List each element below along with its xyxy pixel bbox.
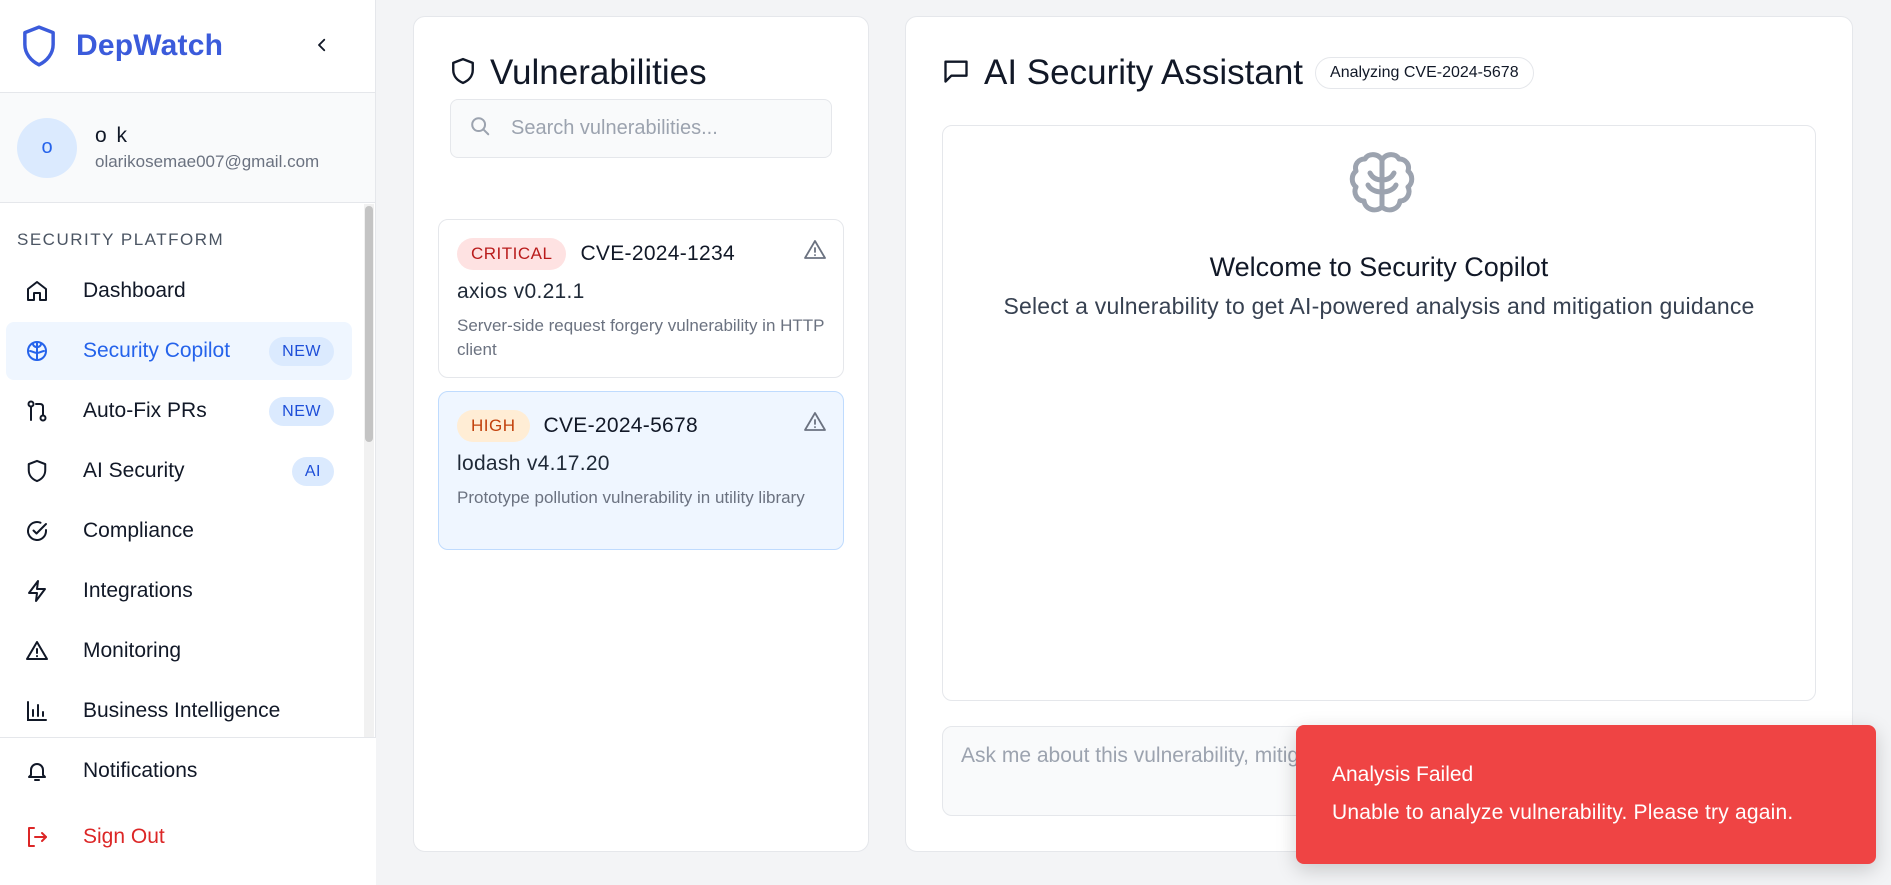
cve-id: CVE-2024-1234 (580, 242, 735, 265)
ai-badge: AI (291, 457, 334, 486)
sidebar-footer: Notifications Sign Out (0, 737, 376, 885)
status-badge: Analyzing CVE-2024-5678 (1315, 57, 1534, 89)
severity-badge: HIGH (457, 410, 530, 442)
vulnerabilities-header: Vulnerabilities (450, 53, 707, 93)
sidebar-item-integrations[interactable]: Integrations (6, 562, 352, 620)
package-name: axios v0.21.1 (457, 280, 585, 303)
shield-logo-icon (20, 22, 60, 70)
new-badge: NEW (269, 337, 334, 366)
new-badge: NEW (269, 397, 334, 426)
section-title: SECURITY PLATFORM (17, 230, 225, 249)
alert-triangle-icon (803, 410, 827, 439)
sidebar-item-monitoring[interactable]: Monitoring (6, 622, 352, 680)
brain-icon (1348, 150, 1416, 225)
sidebar-item-dashboard[interactable]: Dashboard (6, 262, 352, 320)
user-profile[interactable]: o o k olarikosemae007@gmail.com (0, 93, 375, 203)
vulnerabilities-title: Vulnerabilities (490, 53, 707, 92)
sidebar-item-security-copilot[interactable]: Security Copilot NEW (6, 322, 352, 380)
alert-triangle-icon (24, 638, 50, 664)
alert-triangle-icon (803, 238, 827, 267)
sign-out-button[interactable]: Sign Out (0, 804, 376, 870)
search-box[interactable] (450, 99, 832, 158)
assistant-title: AI Security Assistant (984, 53, 1304, 92)
sidebar-nav[interactable]: SECURITY PLATFORM Dashboard Security Cop… (0, 204, 376, 738)
sign-out-label: Sign Out (83, 825, 165, 848)
sidebar-item-ai-security[interactable]: AI Security AI (6, 442, 352, 500)
welcome-title: Welcome to Security Copilot (1209, 252, 1549, 282)
lightning-icon (24, 578, 50, 604)
app-name: DepWatch (76, 29, 224, 62)
sidebar-item-compliance[interactable]: Compliance (6, 502, 352, 560)
sidebar-item-label: Integrations (83, 579, 193, 602)
sidebar-item-label: AI Security (83, 459, 185, 482)
log-out-icon (24, 824, 50, 850)
notifications-button[interactable]: Notifications (0, 738, 376, 804)
sidebar-item-label: Auto-Fix PRs (83, 399, 207, 422)
sidebar-item-auto-fix-prs[interactable]: Auto-Fix PRs NEW (6, 382, 352, 440)
vulnerability-card[interactable]: HIGH CVE-2024-5678 lodash v4.17.20 Proto… (438, 391, 844, 550)
cve-id: CVE-2024-5678 (543, 414, 698, 437)
package-name: lodash v4.17.20 (457, 452, 610, 475)
user-email: olarikosemae007@gmail.com (95, 151, 320, 171)
bell-icon (24, 758, 50, 784)
sidebar-item-label: Compliance (83, 519, 194, 542)
check-circle-icon (24, 518, 50, 544)
sidebar-scrollbar[interactable] (364, 204, 374, 738)
sidebar: DepWatch o o k olarikosemae007@gmail.com… (0, 0, 376, 885)
vulnerabilities-panel: Vulnerabilities CRITICAL CVE-2024-1234 a… (413, 16, 869, 852)
message-square-icon (942, 57, 970, 90)
search-icon (469, 115, 491, 142)
welcome-subtitle: Select a vulnerability to get AI-powered… (1003, 293, 1755, 319)
sidebar-item-label: Security Copilot (83, 339, 231, 362)
error-toast[interactable]: Analysis Failed Unable to analyze vulner… (1296, 725, 1876, 864)
collapse-sidebar-button[interactable] (307, 30, 337, 60)
sidebar-item-label: Business Intelligence (83, 699, 281, 722)
brand-header: DepWatch (0, 0, 375, 93)
vulnerability-description: Server-side request forgery vulnerabilit… (457, 316, 825, 359)
chevron-left-icon (318, 38, 326, 52)
search-input[interactable] (511, 117, 811, 140)
avatar: o (17, 117, 77, 178)
sidebar-item-label: Monitoring (83, 639, 182, 662)
toast-title: Analysis Failed (1332, 763, 1474, 786)
vulnerability-description: Prototype pollution vulnerability in uti… (457, 488, 805, 507)
assistant-header: AI Security Assistant Analyzing CVE-2024… (942, 53, 1534, 93)
brain-icon (24, 338, 50, 364)
home-icon (24, 278, 50, 304)
toast-message: Unable to analyze vulnerability. Please … (1332, 801, 1794, 824)
git-pull-request-icon (24, 398, 50, 424)
notifications-label: Notifications (83, 759, 198, 782)
scrollbar-thumb[interactable] (365, 206, 373, 442)
user-name: o k (95, 123, 130, 147)
severity-badge: CRITICAL (457, 238, 567, 270)
chat-messages-area: Welcome to Security Copilot Select a vul… (942, 125, 1816, 701)
sidebar-item-label: Dashboard (83, 279, 186, 302)
bar-chart-icon (24, 698, 50, 724)
shield-icon (24, 458, 50, 484)
sidebar-item-business-intelligence[interactable]: Business Intelligence (6, 682, 352, 738)
vulnerability-card[interactable]: CRITICAL CVE-2024-1234 axios v0.21.1 Ser… (438, 219, 844, 378)
shield-icon (450, 56, 476, 91)
